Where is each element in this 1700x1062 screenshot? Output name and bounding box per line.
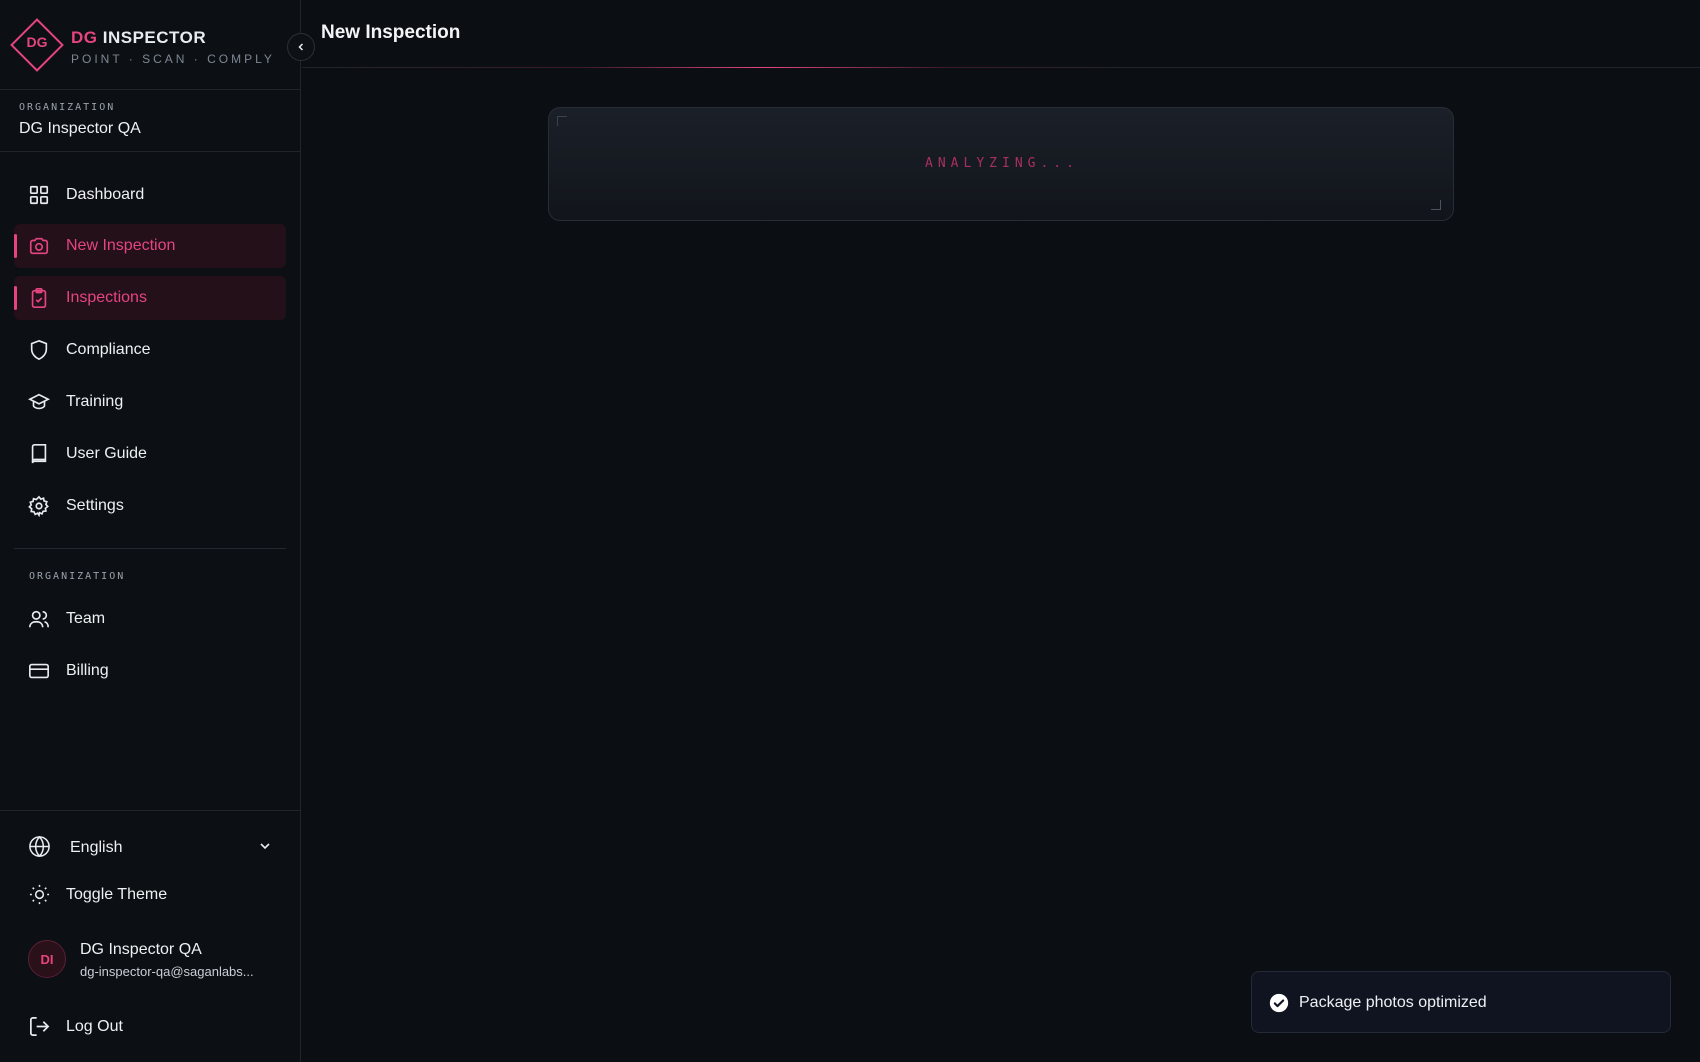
credit-card-icon — [29, 663, 49, 679]
nav-item-dashboard[interactable]: Dashboard — [14, 173, 286, 217]
log-out-icon — [30, 1017, 50, 1036]
nav-item-settings[interactable]: Settings — [14, 484, 286, 528]
nav-label: Dashboard — [66, 186, 145, 203]
app-title: DG INSPECTOR — [71, 28, 206, 48]
avatar[interactable]: DI — [28, 940, 66, 978]
toast-notification: Package photos optimized — [1251, 971, 1671, 1033]
analyzing-status: ANALYZING... — [925, 156, 1079, 171]
check-circle-icon — [1269, 993, 1289, 1013]
language-value: English — [70, 839, 123, 856]
nav-label: Inspections — [66, 289, 147, 306]
sidebar: DG DG INSPECTOR POINT · SCAN · COMPLY OR… — [0, 0, 301, 1062]
shield-icon — [30, 339, 48, 361]
grid-icon — [29, 185, 49, 205]
nav-item-new-inspection[interactable]: New Inspection — [14, 224, 286, 268]
organization-block: ORGANIZATION DG Inspector QA — [0, 90, 301, 152]
chevron-down-icon — [260, 843, 270, 850]
collapse-sidebar-button[interactable] — [287, 33, 315, 61]
user-email: dg-inspector-qa@saganlabs... — [80, 964, 254, 979]
clipboard-check-icon — [31, 288, 47, 308]
organization-name: DG Inspector QA — [19, 120, 141, 137]
brand-header: DG DG INSPECTOR POINT · SCAN · COMPLY — [0, 0, 301, 90]
nav-label: Billing — [66, 662, 109, 679]
nav-divider — [14, 548, 286, 549]
nav-label: Team — [66, 610, 106, 627]
graduation-cap-icon — [28, 393, 50, 410]
organization-label: ORGANIZATION — [19, 102, 116, 113]
sidebar-footer: English Toggle Theme DI DG Inspector QA … — [0, 810, 301, 1062]
chevron-left-icon — [298, 43, 304, 51]
nav-item-inspections[interactable]: Inspections — [14, 276, 286, 320]
corner-bracket-decoration — [557, 116, 567, 126]
nav-label: Settings — [66, 497, 124, 514]
corner-bracket-decoration — [1431, 200, 1441, 210]
nav-item-compliance[interactable]: Compliance — [14, 328, 286, 372]
users-icon — [29, 610, 49, 628]
analyzing-panel: ANALYZING... — [548, 107, 1454, 221]
nav-label: Training — [66, 393, 124, 410]
nav-item-training[interactable]: Training — [14, 380, 286, 424]
toggle-theme-label: Toggle Theme — [66, 886, 168, 903]
camera-icon — [29, 237, 49, 255]
nav-label: User Guide — [66, 445, 147, 462]
book-icon — [31, 444, 47, 464]
app-title-rest: INSPECTOR — [102, 28, 207, 47]
logout-button[interactable]: Log Out — [28, 1011, 273, 1041]
nav-item-user-guide[interactable]: User Guide — [14, 432, 286, 476]
page-title: New Inspection — [321, 22, 461, 43]
gear-icon — [28, 495, 49, 517]
nav-item-team[interactable]: Team — [14, 597, 286, 641]
user-name: DG Inspector QA — [80, 941, 202, 958]
logout-label: Log Out — [66, 1018, 123, 1035]
header-divider — [302, 67, 1700, 68]
app-tagline: POINT · SCAN · COMPLY — [71, 52, 275, 66]
logo-text: DG — [26, 34, 48, 50]
language-select[interactable]: English — [28, 831, 273, 861]
main-header: New Inspection — [302, 0, 1700, 68]
nav-label: Compliance — [66, 341, 151, 358]
toast-message: Package photos optimized — [1299, 994, 1487, 1011]
sun-icon — [29, 884, 50, 905]
nav-label: New Inspection — [66, 237, 176, 254]
organization-section-label: ORGANIZATION — [29, 571, 126, 582]
nav-item-billing[interactable]: Billing — [14, 649, 286, 693]
toggle-theme-button[interactable]: Toggle Theme — [28, 879, 273, 909]
app-title-accent: DG — [71, 28, 98, 47]
globe-icon — [29, 835, 50, 858]
